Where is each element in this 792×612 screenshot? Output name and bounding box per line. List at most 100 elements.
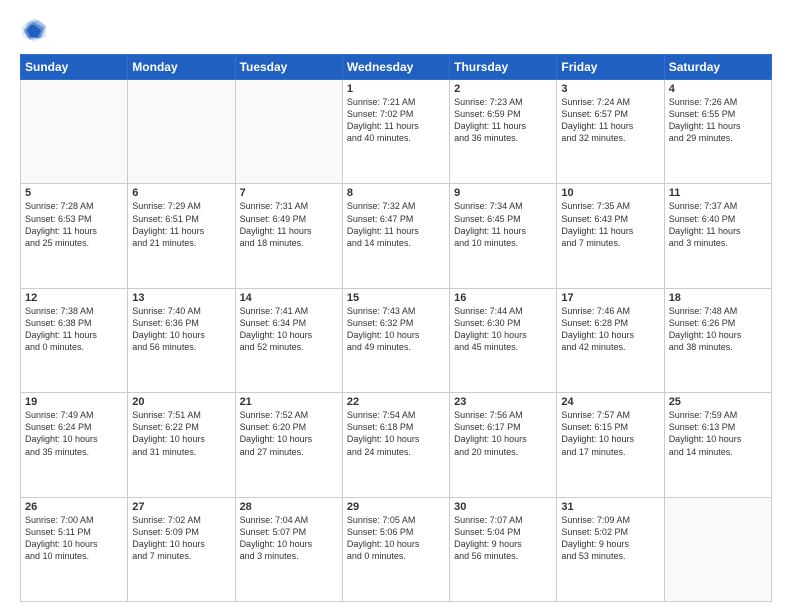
calendar-week-1: 5Sunrise: 7:28 AM Sunset: 6:53 PM Daylig…: [21, 184, 772, 288]
day-number: 21: [240, 396, 338, 408]
calendar-cell: 6Sunrise: 7:29 AM Sunset: 6:51 PM Daylig…: [128, 184, 235, 288]
calendar-cell: 10Sunrise: 7:35 AM Sunset: 6:43 PM Dayli…: [557, 184, 664, 288]
calendar-cell: 27Sunrise: 7:02 AM Sunset: 5:09 PM Dayli…: [128, 497, 235, 601]
calendar-cell: 24Sunrise: 7:57 AM Sunset: 6:15 PM Dayli…: [557, 393, 664, 497]
day-info: Sunrise: 7:02 AM Sunset: 5:09 PM Dayligh…: [132, 514, 230, 563]
day-info: Sunrise: 7:21 AM Sunset: 7:02 PM Dayligh…: [347, 96, 445, 145]
day-number: 4: [669, 83, 767, 95]
calendar-cell: 18Sunrise: 7:48 AM Sunset: 6:26 PM Dayli…: [664, 288, 771, 392]
day-number: 1: [347, 83, 445, 95]
calendar-cell: 30Sunrise: 7:07 AM Sunset: 5:04 PM Dayli…: [450, 497, 557, 601]
calendar-header-row: SundayMondayTuesdayWednesdayThursdayFrid…: [21, 55, 772, 80]
day-info: Sunrise: 7:00 AM Sunset: 5:11 PM Dayligh…: [25, 514, 123, 563]
calendar-header-saturday: Saturday: [664, 55, 771, 80]
day-number: 22: [347, 396, 445, 408]
calendar-cell: 19Sunrise: 7:49 AM Sunset: 6:24 PM Dayli…: [21, 393, 128, 497]
calendar-cell: 21Sunrise: 7:52 AM Sunset: 6:20 PM Dayli…: [235, 393, 342, 497]
calendar-cell: 28Sunrise: 7:04 AM Sunset: 5:07 PM Dayli…: [235, 497, 342, 601]
calendar-cell: 3Sunrise: 7:24 AM Sunset: 6:57 PM Daylig…: [557, 80, 664, 184]
day-info: Sunrise: 7:51 AM Sunset: 6:22 PM Dayligh…: [132, 409, 230, 458]
day-info: Sunrise: 7:52 AM Sunset: 6:20 PM Dayligh…: [240, 409, 338, 458]
day-number: 17: [561, 292, 659, 304]
calendar-header-thursday: Thursday: [450, 55, 557, 80]
day-info: Sunrise: 7:43 AM Sunset: 6:32 PM Dayligh…: [347, 305, 445, 354]
calendar-week-4: 26Sunrise: 7:00 AM Sunset: 5:11 PM Dayli…: [21, 497, 772, 601]
day-info: Sunrise: 7:48 AM Sunset: 6:26 PM Dayligh…: [669, 305, 767, 354]
calendar-cell: 7Sunrise: 7:31 AM Sunset: 6:49 PM Daylig…: [235, 184, 342, 288]
day-info: Sunrise: 7:57 AM Sunset: 6:15 PM Dayligh…: [561, 409, 659, 458]
calendar-week-3: 19Sunrise: 7:49 AM Sunset: 6:24 PM Dayli…: [21, 393, 772, 497]
calendar-cell: [235, 80, 342, 184]
day-number: 23: [454, 396, 552, 408]
calendar-cell: 26Sunrise: 7:00 AM Sunset: 5:11 PM Dayli…: [21, 497, 128, 601]
day-number: 31: [561, 501, 659, 513]
day-info: Sunrise: 7:29 AM Sunset: 6:51 PM Dayligh…: [132, 200, 230, 249]
logo: [20, 16, 50, 44]
day-number: 9: [454, 187, 552, 199]
day-info: Sunrise: 7:35 AM Sunset: 6:43 PM Dayligh…: [561, 200, 659, 249]
day-number: 19: [25, 396, 123, 408]
calendar-cell: 8Sunrise: 7:32 AM Sunset: 6:47 PM Daylig…: [342, 184, 449, 288]
day-info: Sunrise: 7:56 AM Sunset: 6:17 PM Dayligh…: [454, 409, 552, 458]
day-info: Sunrise: 7:40 AM Sunset: 6:36 PM Dayligh…: [132, 305, 230, 354]
day-number: 16: [454, 292, 552, 304]
day-info: Sunrise: 7:41 AM Sunset: 6:34 PM Dayligh…: [240, 305, 338, 354]
day-info: Sunrise: 7:46 AM Sunset: 6:28 PM Dayligh…: [561, 305, 659, 354]
day-info: Sunrise: 7:34 AM Sunset: 6:45 PM Dayligh…: [454, 200, 552, 249]
day-number: 18: [669, 292, 767, 304]
calendar-cell: 2Sunrise: 7:23 AM Sunset: 6:59 PM Daylig…: [450, 80, 557, 184]
day-number: 5: [25, 187, 123, 199]
calendar-cell: 13Sunrise: 7:40 AM Sunset: 6:36 PM Dayli…: [128, 288, 235, 392]
day-info: Sunrise: 7:07 AM Sunset: 5:04 PM Dayligh…: [454, 514, 552, 563]
calendar-cell: 23Sunrise: 7:56 AM Sunset: 6:17 PM Dayli…: [450, 393, 557, 497]
day-number: 25: [669, 396, 767, 408]
day-number: 27: [132, 501, 230, 513]
calendar-cell: 5Sunrise: 7:28 AM Sunset: 6:53 PM Daylig…: [21, 184, 128, 288]
calendar-header-sunday: Sunday: [21, 55, 128, 80]
day-number: 20: [132, 396, 230, 408]
calendar-cell: [664, 497, 771, 601]
day-info: Sunrise: 7:23 AM Sunset: 6:59 PM Dayligh…: [454, 96, 552, 145]
calendar-cell: 15Sunrise: 7:43 AM Sunset: 6:32 PM Dayli…: [342, 288, 449, 392]
calendar-header-wednesday: Wednesday: [342, 55, 449, 80]
calendar-cell: 14Sunrise: 7:41 AM Sunset: 6:34 PM Dayli…: [235, 288, 342, 392]
calendar-cell: 22Sunrise: 7:54 AM Sunset: 6:18 PM Dayli…: [342, 393, 449, 497]
day-number: 13: [132, 292, 230, 304]
calendar-cell: 29Sunrise: 7:05 AM Sunset: 5:06 PM Dayli…: [342, 497, 449, 601]
day-number: 24: [561, 396, 659, 408]
day-info: Sunrise: 7:38 AM Sunset: 6:38 PM Dayligh…: [25, 305, 123, 354]
calendar-week-0: 1Sunrise: 7:21 AM Sunset: 7:02 PM Daylig…: [21, 80, 772, 184]
day-number: 12: [25, 292, 123, 304]
calendar-cell: 20Sunrise: 7:51 AM Sunset: 6:22 PM Dayli…: [128, 393, 235, 497]
day-number: 15: [347, 292, 445, 304]
day-info: Sunrise: 7:37 AM Sunset: 6:40 PM Dayligh…: [669, 200, 767, 249]
calendar-cell: 11Sunrise: 7:37 AM Sunset: 6:40 PM Dayli…: [664, 184, 771, 288]
calendar-cell: 17Sunrise: 7:46 AM Sunset: 6:28 PM Dayli…: [557, 288, 664, 392]
day-number: 10: [561, 187, 659, 199]
day-number: 3: [561, 83, 659, 95]
day-info: Sunrise: 7:24 AM Sunset: 6:57 PM Dayligh…: [561, 96, 659, 145]
calendar-header-tuesday: Tuesday: [235, 55, 342, 80]
page: SundayMondayTuesdayWednesdayThursdayFrid…: [0, 0, 792, 612]
calendar-cell: 1Sunrise: 7:21 AM Sunset: 7:02 PM Daylig…: [342, 80, 449, 184]
day-number: 30: [454, 501, 552, 513]
day-number: 6: [132, 187, 230, 199]
day-info: Sunrise: 7:28 AM Sunset: 6:53 PM Dayligh…: [25, 200, 123, 249]
calendar-table: SundayMondayTuesdayWednesdayThursdayFrid…: [20, 54, 772, 602]
day-info: Sunrise: 7:54 AM Sunset: 6:18 PM Dayligh…: [347, 409, 445, 458]
calendar-cell: 31Sunrise: 7:09 AM Sunset: 5:02 PM Dayli…: [557, 497, 664, 601]
day-info: Sunrise: 7:49 AM Sunset: 6:24 PM Dayligh…: [25, 409, 123, 458]
day-info: Sunrise: 7:26 AM Sunset: 6:55 PM Dayligh…: [669, 96, 767, 145]
day-number: 28: [240, 501, 338, 513]
day-number: 7: [240, 187, 338, 199]
calendar-cell: 9Sunrise: 7:34 AM Sunset: 6:45 PM Daylig…: [450, 184, 557, 288]
calendar-cell: [21, 80, 128, 184]
day-number: 26: [25, 501, 123, 513]
day-info: Sunrise: 7:09 AM Sunset: 5:02 PM Dayligh…: [561, 514, 659, 563]
day-number: 8: [347, 187, 445, 199]
day-number: 2: [454, 83, 552, 95]
calendar-header-monday: Monday: [128, 55, 235, 80]
calendar-header-friday: Friday: [557, 55, 664, 80]
day-info: Sunrise: 7:05 AM Sunset: 5:06 PM Dayligh…: [347, 514, 445, 563]
day-number: 14: [240, 292, 338, 304]
